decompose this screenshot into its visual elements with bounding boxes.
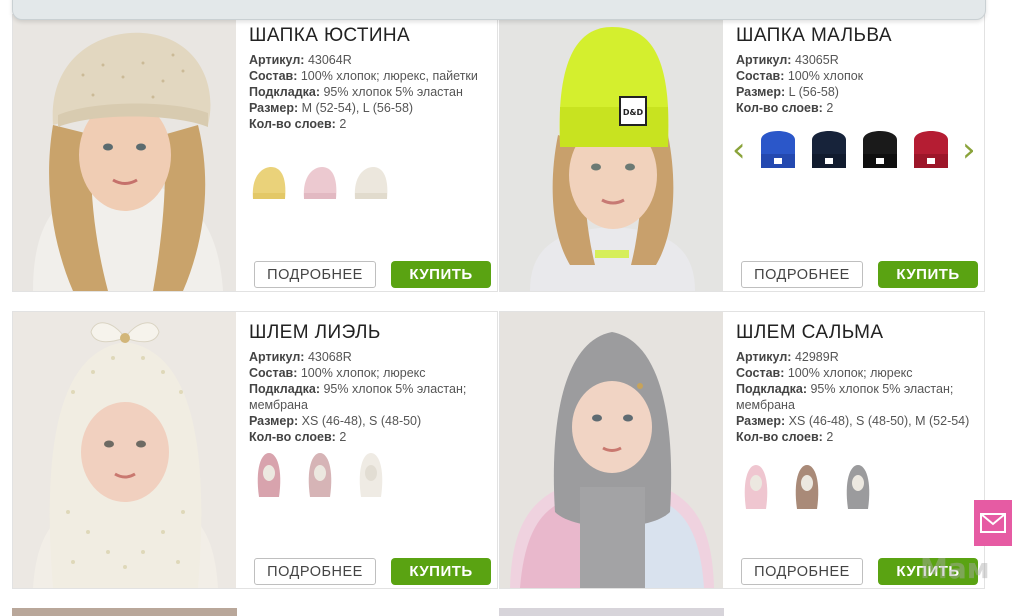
prop-article: Артикул: 42989R (736, 350, 839, 364)
prop-composition: Состав: 100% хлопок (736, 69, 864, 83)
swatch-pink[interactable] (300, 161, 340, 205)
prop-size: Размер: L (56-58) (736, 85, 839, 99)
product-properties: Артикул: 43064R Состав: 100% хлопок; люр… (249, 52, 491, 132)
prop-layers: Кол-во слоев: 2 (736, 430, 834, 444)
top-dropdown-panel (12, 0, 986, 20)
prop-size: Размер: XS (46-48), S (48-50), M (52-54) (736, 414, 970, 428)
swatch-navy[interactable] (809, 125, 849, 169)
details-button[interactable]: ПОДРОБНЕЕ (741, 261, 863, 288)
swatch-black[interactable] (860, 125, 900, 169)
details-button[interactable]: ПОДРОБНЕЕ (254, 558, 376, 585)
product-card: D&D ШАПКА МАЛЬВА Артикул: 43065R Состав:… (499, 14, 985, 292)
product-info: ШЛЕМ ЛИЭЛЬ Артикул: 43068R Состав: 100% … (249, 312, 491, 588)
prop-size: Размер: M (52-54), L (56-58) (249, 101, 414, 115)
watermark: Мам (920, 552, 990, 585)
swatch-mocha[interactable] (787, 464, 827, 509)
prop-article: Артикул: 43064R (249, 53, 352, 67)
product-title[interactable]: ШЛЕМ САЛЬМА (736, 322, 883, 344)
prop-composition: Состав: 100% хлопок; люрекс, пайетки (249, 69, 478, 83)
swatch-yellow[interactable] (249, 161, 289, 205)
product-card: ШАПКА ЮСТИНА Артикул: 43064R Состав: 100… (12, 14, 498, 292)
swatch-red[interactable] (911, 125, 951, 169)
buy-button[interactable]: КУПИТЬ (878, 261, 978, 288)
prop-layers: Кол-во слоев: 2 (249, 117, 347, 131)
prop-lining: Подкладка: 95% хлопок 5% эластан (249, 85, 463, 99)
envelope-icon (980, 513, 1006, 533)
swatch-gray[interactable] (838, 464, 878, 509)
product-card: ШЛЕМ ЛИЭЛЬ Артикул: 43068R Состав: 100% … (12, 311, 498, 589)
prop-composition: Состав: 100% хлопок; люрекс (736, 366, 913, 380)
prop-composition: Состав: 100% хлопок; люрекс (249, 366, 426, 380)
product-properties: Артикул: 43065R Состав: 100% хлопок Разм… (736, 52, 978, 116)
product-properties: Артикул: 42989R Состав: 100% хлопок; люр… (736, 349, 978, 445)
buy-button[interactable]: КУПИТЬ (391, 261, 491, 288)
product-card: ШЛЕМ САЛЬМА Артикул: 42989R Состав: 100%… (499, 311, 985, 589)
prop-lining: Подкладка: 95% хлопок 5% эластан; мембра… (249, 382, 467, 412)
details-button[interactable]: ПОДРОБНЕЕ (254, 261, 376, 288)
color-swatches (249, 161, 391, 205)
product-photo[interactable] (13, 312, 236, 588)
prop-lining: Подкладка: 95% хлопок 5% эластан; мембра… (736, 382, 954, 412)
product-title[interactable]: ШАПКА ЮСТИНА (249, 25, 410, 47)
chevron-left-icon[interactable]: ‹ (732, 133, 746, 167)
details-button[interactable]: ПОДРОБНЕЕ (741, 558, 863, 585)
swatch-blue[interactable] (758, 125, 798, 169)
color-carousel: ‹ › (732, 125, 982, 181)
next-product-photo (12, 608, 237, 616)
product-grid-page: ШАПКА ЮСТИНА Артикул: 43064R Состав: 100… (0, 0, 1012, 616)
cap-brand-label: D&D (623, 108, 644, 117)
swatch-cream[interactable] (351, 161, 391, 205)
prop-article: Артикул: 43065R (736, 53, 839, 67)
swatch-ivory[interactable] (351, 452, 391, 497)
product-info: ШАПКА МАЛЬВА Артикул: 43065R Состав: 100… (732, 15, 978, 291)
product-photo[interactable]: D&D (500, 15, 723, 291)
product-info: ШЛЕМ САЛЬМА Артикул: 42989R Состав: 100%… (736, 312, 978, 588)
buy-button[interactable]: КУПИТЬ (391, 558, 491, 585)
feedback-tab[interactable] (974, 500, 1012, 546)
prop-size: Размер: XS (46-48), S (48-50) (249, 414, 422, 428)
prop-layers: Кол-во слоев: 2 (249, 430, 347, 444)
product-title[interactable]: ШАПКА МАЛЬВА (736, 25, 892, 47)
prop-layers: Кол-во слоев: 2 (736, 101, 834, 115)
product-photo[interactable] (500, 312, 723, 588)
product-properties: Артикул: 43068R Состав: 100% хлопок; люр… (249, 349, 491, 445)
product-title[interactable]: ШЛЕМ ЛИЭЛЬ (249, 322, 381, 344)
product-photo[interactable] (13, 15, 236, 291)
next-product-photo (499, 608, 724, 616)
color-swatches (758, 125, 951, 169)
swatch-dusty-pink[interactable] (300, 452, 340, 497)
color-swatches (249, 452, 391, 497)
swatch-rose[interactable] (249, 452, 289, 497)
product-info: ШАПКА ЮСТИНА Артикул: 43064R Состав: 100… (249, 15, 491, 291)
swatch-light-pink[interactable] (736, 464, 776, 509)
prop-article: Артикул: 43068R (249, 350, 352, 364)
chevron-right-icon[interactable]: › (962, 133, 976, 167)
color-swatches (736, 464, 878, 509)
